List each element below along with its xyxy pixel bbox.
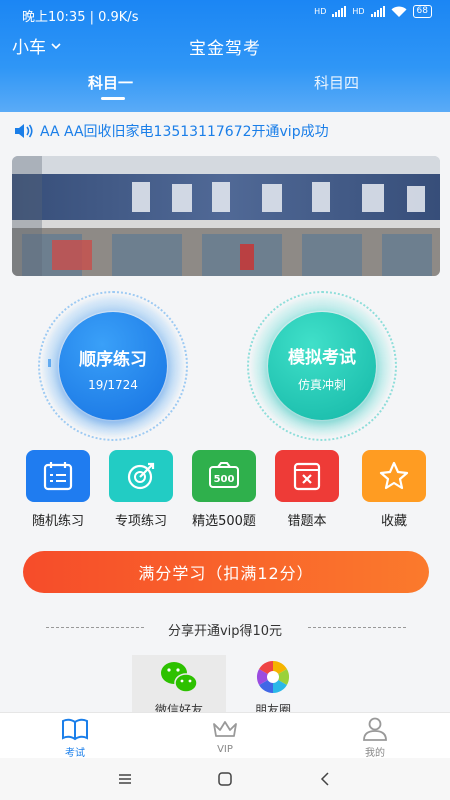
tab-mine[interactable]: 我的 [335, 716, 415, 759]
status-time: 晚上10:35 | 0.9K/s [22, 10, 139, 25]
notice-text: AA AA回收旧家电13513117672开通vip成功 [40, 124, 329, 140]
wrong-book-icon [275, 450, 339, 502]
app-title: 宝金驾考 [189, 39, 261, 59]
feature-label: 专项练习 [114, 514, 167, 529]
calendar-list-icon [26, 450, 90, 502]
sim1-label: HD [314, 6, 327, 16]
feature-label: 错题本 [287, 514, 327, 529]
full-score-study-button[interactable]: 满分学习（扣满12分） [23, 551, 429, 593]
share-moments-button[interactable]: 朋友圈 [226, 655, 320, 717]
tab-vip[interactable]: VIP [185, 716, 265, 755]
banner-image[interactable] [12, 156, 440, 276]
mock-exam-subtitle: 仿真冲刺 [297, 378, 346, 392]
user-icon [363, 717, 387, 741]
system-nav-bar [0, 758, 450, 800]
target-icon [109, 450, 173, 502]
mock-exam-button[interactable]: 模拟考试 仿真冲刺 [247, 291, 397, 441]
tab-subject-four[interactable]: 科目四 [314, 72, 359, 93]
favorites-item[interactable]: 收藏 [356, 450, 432, 529]
moments-icon [256, 660, 290, 694]
topic-practice-item[interactable]: 专项练习 [103, 450, 179, 529]
tab-mine-label: 我的 [365, 748, 385, 759]
home-icon[interactable] [215, 770, 235, 788]
speaker-icon [15, 124, 33, 138]
book-icon [62, 718, 88, 741]
notice-bar: AA AA回收旧家电13513117672开通vip成功 [0, 116, 450, 146]
sequential-practice-label: 顺序练习 [79, 349, 147, 370]
feature-grid: 随机练习 专项练习 500 精选500题 错题本 收藏 [20, 450, 432, 530]
sequential-practice-progress: 19/1724 [88, 377, 138, 392]
star-icon [362, 450, 426, 502]
feature-label: 随机练习 [31, 514, 84, 529]
svg-text:500: 500 [214, 474, 235, 485]
feature-label: 收藏 [380, 514, 407, 529]
tab-subject-one[interactable]: 科目一 [88, 72, 133, 93]
tab-vip-label: VIP [217, 744, 233, 755]
random-practice-item[interactable]: 随机练习 [20, 450, 96, 529]
wrong-answers-item[interactable]: 错题本 [269, 450, 345, 529]
signal-icon [332, 6, 347, 17]
tab-indicator [101, 97, 125, 100]
wechat-icon [161, 662, 198, 693]
share-wechat-button[interactable]: 微信好友 [132, 655, 226, 717]
sequential-practice-core: 顺序练习 19/1724 [59, 312, 167, 420]
top-bar: 小车 宝金驾考 [0, 30, 450, 60]
back-icon[interactable] [315, 770, 335, 788]
sequential-practice-button[interactable]: 顺序练习 19/1724 [38, 291, 188, 441]
tab-exam[interactable]: 考试 [35, 716, 115, 759]
status-bar: 晚上10:35 | 0.9K/s HD HD 68 [0, 0, 450, 28]
tab-exam-label: 考试 [65, 748, 85, 759]
status-icons: HD HD 68 [314, 5, 432, 18]
mock-exam-label: 模拟考试 [288, 348, 356, 368]
selected-500-item[interactable]: 500 精选500题 [186, 450, 262, 529]
500-icon: 500 [192, 450, 256, 502]
signal-icon [370, 6, 385, 17]
battery-icon: 68 [412, 5, 432, 18]
mock-exam-core: 模拟考试 仿真冲刺 [268, 312, 376, 420]
crown-icon [213, 721, 237, 737]
sim2-label: HD [352, 6, 365, 16]
divider-right [308, 627, 406, 628]
bottom-tab-bar: 考试 VIP 我的 [0, 712, 450, 759]
feature-label: 精选500题 [192, 514, 256, 529]
subject-tabs: 科目一 科目四 [0, 72, 450, 106]
menu-icon[interactable] [115, 770, 135, 788]
storefront-photo [12, 156, 440, 276]
wifi-icon [391, 6, 407, 17]
app-header: 晚上10:35 | 0.9K/s HD HD 68 小车 宝金驾考 科目一 科目… [0, 0, 450, 112]
share-title: 分享开通vip得10元 [167, 624, 283, 639]
